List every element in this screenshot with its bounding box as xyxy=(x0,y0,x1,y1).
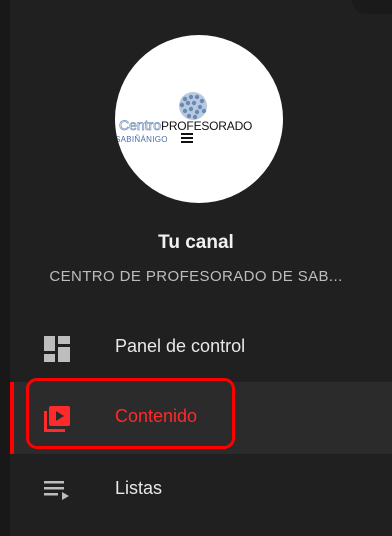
logo-bars-icon xyxy=(181,133,193,145)
channel-title[interactable]: Tu canal xyxy=(0,232,392,254)
nav-label-dashboard: Panel de control xyxy=(115,336,246,356)
channel-logo: CentroPROFESORADO SABIÑÁNIGO xyxy=(115,35,283,203)
app-frame: CentroPROFESORADO SABIÑÁNIGO Tu canal CE… xyxy=(0,0,392,536)
logo-word-centro: Centro xyxy=(119,117,162,134)
playlist-icon xyxy=(44,481,69,500)
active-indicator xyxy=(10,382,14,454)
highlight-annotation xyxy=(26,378,235,449)
nav-item-dashboard[interactable]: Panel de control xyxy=(10,312,392,384)
nav-label-playlists: Listas xyxy=(115,478,163,498)
logo-word-profesorado: PROFESORADO xyxy=(161,119,253,133)
nav-item-playlists[interactable]: Listas xyxy=(10,454,392,526)
logo-word-place: SABIÑÁNIGO xyxy=(115,135,168,144)
dashboard-icon xyxy=(44,336,70,362)
channel-avatar[interactable]: CentroPROFESORADO SABIÑÁNIGO xyxy=(115,35,283,203)
channel-name: CENTRO DE PROFESORADO DE SAB... xyxy=(49,268,343,285)
window-corner xyxy=(352,0,392,14)
